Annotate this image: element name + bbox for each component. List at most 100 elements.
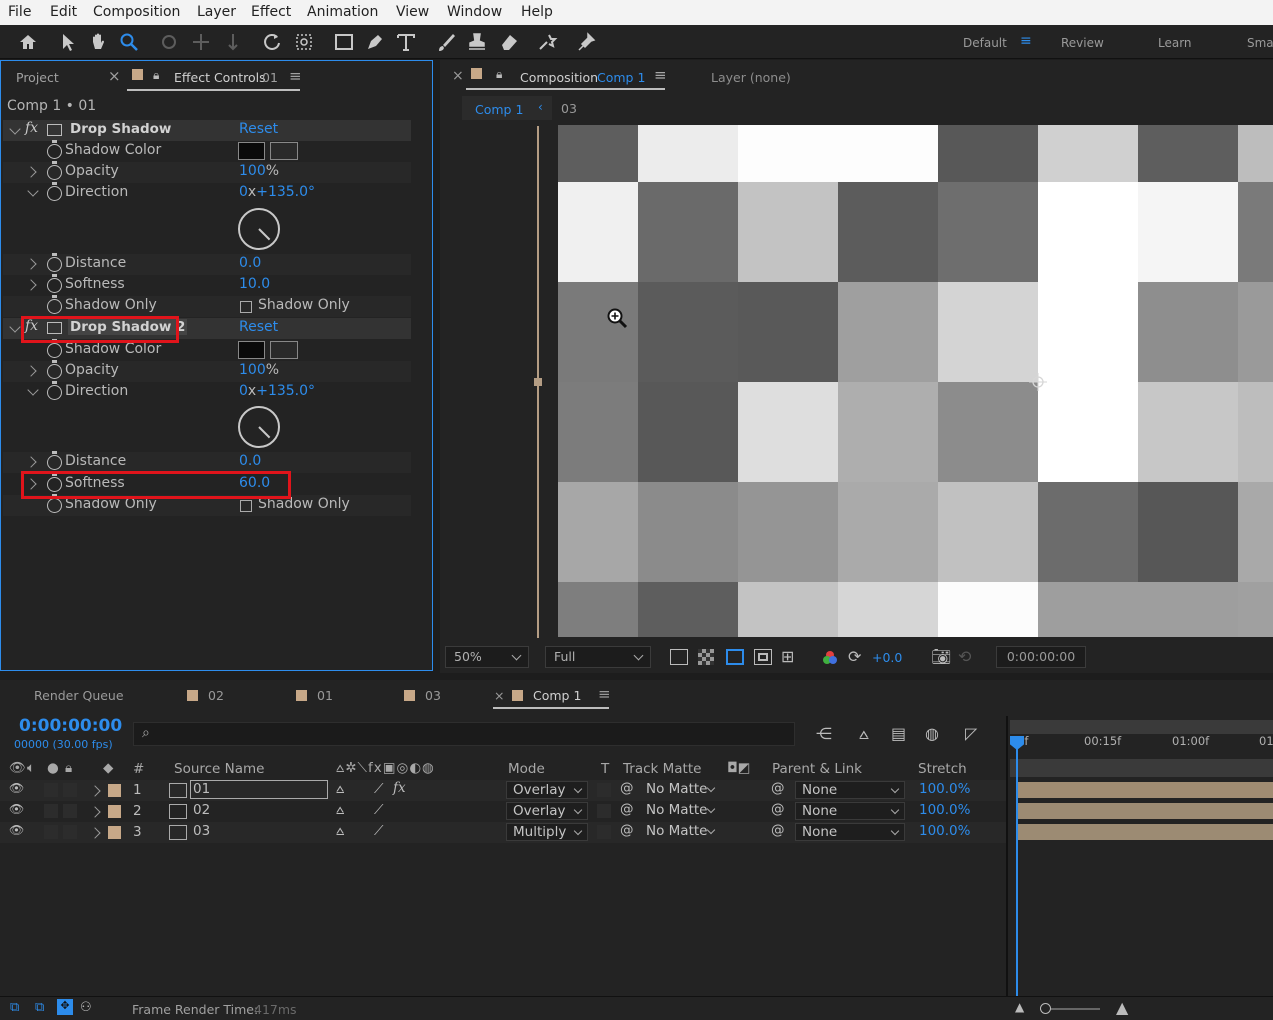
menu-animation[interactable]: Animation — [307, 4, 378, 20]
column-stretch[interactable]: Stretch — [918, 761, 967, 777]
reset-exposure-icon[interactable]: ⟳ — [848, 647, 861, 666]
chevron-right-icon[interactable] — [25, 166, 37, 178]
tab-comp-01[interactable]: 01 — [296, 688, 333, 703]
column-parent-link[interactable]: Parent & Link — [772, 761, 862, 777]
stopwatch-icon[interactable] — [47, 253, 62, 272]
parent-pickwhip-icon[interactable]: @ — [771, 801, 785, 817]
menu-composition[interactable]: Composition — [93, 4, 180, 20]
lock-icon[interactable]: 🔒︎ — [496, 67, 502, 82]
transfer-controls-icon[interactable]: ⧉ — [35, 1000, 44, 1015]
layer-name[interactable]: 01 — [190, 780, 328, 799]
stopwatch-icon[interactable] — [47, 494, 62, 513]
direction-dial[interactable] — [238, 406, 280, 448]
eye-icon[interactable]: 👁︎ — [9, 760, 26, 776]
shadow-only-checkbox[interactable] — [240, 301, 252, 313]
tab-comp-02[interactable]: 02 — [187, 688, 224, 703]
workspace-review[interactable]: Review — [1061, 36, 1104, 50]
layer-name[interactable]: 02 — [193, 802, 210, 818]
stretch-value[interactable]: 100.0% — [919, 802, 970, 818]
chevron-down-icon[interactable] — [27, 185, 39, 197]
motion-blur-icon[interactable]: ◍ — [925, 724, 939, 743]
tab-effect-controls[interactable]: Effect Controls — [174, 70, 266, 85]
eyedropper-icon[interactable] — [270, 142, 298, 160]
grid-guides-icon[interactable]: ⊞ — [781, 647, 794, 666]
roto-brush-tool-icon[interactable] — [535, 29, 561, 55]
transparency-grid-icon[interactable] — [698, 649, 714, 665]
opacity-number[interactable]: 100 — [239, 163, 266, 179]
fx-icon[interactable]: fx — [393, 780, 406, 796]
composition-canvas[interactable] — [558, 125, 1273, 637]
menu-layer[interactable]: Layer — [197, 4, 236, 20]
parent-dropdown[interactable]: None — [795, 823, 905, 841]
opacity-value[interactable]: 100% — [239, 163, 279, 179]
selection-tool-icon[interactable] — [55, 29, 81, 55]
track-matte-dropdown[interactable]: No Matte — [640, 823, 720, 841]
orbit-camera-icon[interactable] — [156, 29, 182, 55]
puppet-tool-icon[interactable] — [574, 29, 600, 55]
stretch-value[interactable]: 100.0% — [919, 823, 970, 839]
solo-icon[interactable]: ● — [47, 760, 59, 776]
snapshot-camera-icon[interactable]: 📷︎ — [931, 647, 951, 666]
column-track-matte[interactable]: Track Matte — [623, 761, 701, 777]
timecode-display[interactable]: 0:00:00:00 — [996, 646, 1086, 668]
shy-switch-icon[interactable]: ⩟ — [336, 802, 344, 818]
hand-tool-icon[interactable] — [85, 29, 111, 55]
column-t[interactable]: T — [601, 761, 609, 777]
nav-arrow-icon[interactable]: ‹ — [538, 100, 543, 114]
parent-dropdown[interactable]: None — [795, 802, 905, 820]
menu-view[interactable]: View — [396, 4, 429, 20]
mask-visibility-icon[interactable] — [726, 649, 744, 665]
close-icon[interactable]: × — [452, 68, 464, 84]
zoom-dropdown[interactable]: 50% — [445, 646, 529, 668]
direction-dial[interactable] — [238, 208, 280, 250]
pickwhip-icon[interactable]: @ — [620, 801, 634, 817]
preserve-transparency-toggle[interactable] — [597, 825, 611, 839]
stopwatch-icon[interactable] — [47, 381, 62, 400]
layer-row[interactable]: 👁︎ 2 02 ⩟ ⟋ Overlay @ No Matte @ None 10… — [0, 801, 1006, 822]
column-number[interactable]: # — [133, 761, 144, 777]
stretch-value[interactable]: 100.0% — [919, 781, 970, 797]
workspace-default[interactable]: Default — [963, 36, 1007, 50]
tab-project[interactable]: Project — [16, 70, 59, 85]
stopwatch-icon[interactable] — [47, 161, 62, 180]
distance-value[interactable]: 0.0 — [239, 255, 261, 271]
tab-comp-03[interactable]: 03 — [404, 688, 441, 703]
mode-dropdown[interactable]: Overlay — [506, 802, 588, 820]
tab-layer[interactable]: Layer (none) — [711, 70, 791, 85]
work-area-bar[interactable] — [1010, 720, 1273, 734]
menu-file[interactable]: File — [8, 4, 31, 20]
eye-icon[interactable]: 👁︎ — [9, 823, 24, 837]
menu-effect[interactable]: Effect — [251, 4, 291, 20]
layer-duration-bar[interactable] — [1017, 782, 1273, 798]
home-icon[interactable] — [15, 29, 41, 55]
eye-icon[interactable]: 👁︎ — [9, 802, 24, 816]
tab-composition-name[interactable]: Comp 1 — [597, 70, 645, 85]
tab-comp-1[interactable]: Comp 1 — [512, 688, 581, 703]
close-icon[interactable]: × — [108, 67, 121, 85]
parent-pickwhip-icon[interactable]: @ — [771, 780, 785, 796]
menu-edit[interactable]: Edit — [50, 4, 77, 20]
direction-revolutions[interactable]: 0 — [239, 184, 248, 200]
workspace-small-screen[interactable]: Sma — [1247, 36, 1273, 50]
lock-toggle[interactable] — [63, 804, 77, 818]
opacity-value[interactable]: 100% — [239, 362, 279, 378]
close-icon[interactable]: × — [494, 688, 504, 703]
panel-menu-icon[interactable]: ≡ — [598, 685, 611, 703]
softness-value[interactable]: 10.0 — [239, 276, 270, 292]
stopwatch-icon[interactable] — [47, 295, 62, 314]
rectangle-tool-icon[interactable] — [331, 29, 357, 55]
composition-mini-flowchart-icon[interactable]: ⋲ — [816, 724, 832, 743]
reset-button[interactable]: Reset — [239, 121, 278, 137]
label-color-swatch[interactable] — [108, 805, 121, 818]
zoom-slider-thumb[interactable] — [1040, 1003, 1051, 1014]
nav-layer[interactable]: 03 — [561, 101, 577, 116]
tab-render-queue[interactable]: Render Queue — [34, 688, 124, 703]
layer-row[interactable]: 👁︎ 3 03 ⩟ ⟋ Multiply @ No Matte @ None 1… — [0, 822, 1006, 843]
stopwatch-icon[interactable] — [47, 140, 62, 159]
audio-toggle[interactable] — [44, 804, 58, 818]
parent-pickwhip-icon[interactable]: @ — [771, 822, 785, 838]
workspace-menu-icon[interactable]: ≡ — [1020, 33, 1032, 49]
shy-switch-icon[interactable]: ⩟ — [336, 823, 344, 839]
effect-header-drop-shadow[interactable]: fx Drop Shadow Reset — [3, 120, 411, 141]
lock-toggle[interactable] — [63, 783, 77, 797]
